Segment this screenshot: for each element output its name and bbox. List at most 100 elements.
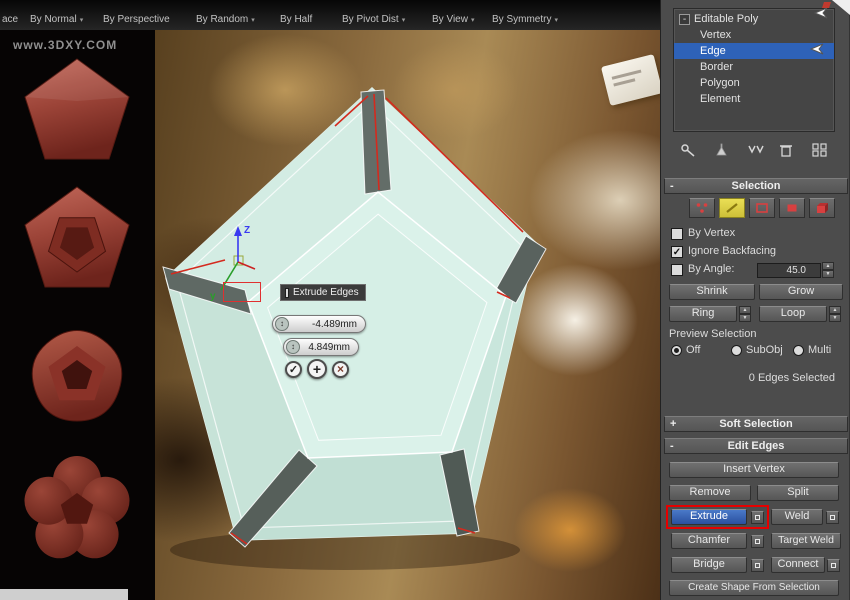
loop-button[interactable]: Loop (759, 306, 827, 322)
pin-icon (678, 142, 698, 158)
soft-selection-rollout-header[interactable]: + Soft Selection (664, 416, 848, 432)
by-angle-field[interactable]: 45.0 (757, 263, 821, 278)
selection-rollout-header[interactable]: - Selection (664, 178, 848, 194)
loop-spinner[interactable]: ▲ ▼ (829, 306, 841, 322)
cursor-arrow-icon (813, 6, 828, 20)
preview-subobj-label: SubObj (746, 344, 783, 356)
caddy-ok-button[interactable]: ✓ (285, 361, 302, 378)
border-mode-button[interactable] (749, 198, 775, 218)
extrude-height-field[interactable]: ↕ -4.489mm (272, 315, 366, 333)
dropdown-arrow-icon: ▾ (251, 17, 255, 24)
polyhedron-model: Z y (155, 30, 660, 600)
caddy-cancel-button[interactable]: × (332, 361, 349, 378)
preview-subobj-radio[interactable] (731, 345, 742, 356)
make-unique-button[interactable] (743, 140, 769, 159)
preview-multi-radio[interactable] (793, 345, 804, 356)
expand-icon: + (670, 417, 676, 431)
bridge-button[interactable]: Bridge (671, 557, 747, 573)
caddy-grip-icon (285, 288, 289, 298)
chamfer-settings-button[interactable] (751, 535, 764, 548)
settings-square-icon (755, 563, 760, 568)
remove-button[interactable]: Remove (669, 485, 751, 501)
ring-button[interactable]: Ring (669, 306, 737, 322)
render-thumbnail-1 (2, 56, 152, 174)
trash-icon (776, 142, 796, 158)
collapse-icon[interactable]: - (679, 14, 690, 25)
cursor-arrow-icon (809, 42, 824, 56)
extrude-base-width-field[interactable]: ↕ 4.849mm (283, 338, 359, 356)
split-button[interactable]: Split (757, 485, 839, 501)
connect-settings-button[interactable] (827, 559, 840, 572)
menu-item-by-normal[interactable]: By Normal▾ (30, 14, 83, 25)
settings-square-icon (755, 539, 760, 544)
edge-icon (725, 202, 739, 214)
bridge-settings-button[interactable] (751, 559, 764, 572)
remove-modifier-button[interactable] (773, 140, 799, 159)
ignore-backfacing-checkbox[interactable]: ✓ (671, 246, 683, 258)
collapse-icon: - (670, 179, 674, 193)
chamfer-button[interactable]: Chamfer (671, 533, 747, 549)
spinner-down-icon[interactable]: ▼ (822, 270, 834, 278)
tree-item-vertex[interactable]: Vertex (674, 27, 834, 43)
menu-item-by-pivot-dist[interactable]: By Pivot Dist▾ (342, 14, 405, 25)
edge-mode-button[interactable] (719, 198, 745, 218)
axis-z-label: Z (244, 225, 250, 236)
target-weld-button[interactable]: Target Weld (771, 533, 841, 549)
double-chevron-icon (746, 142, 766, 158)
caddy-apply-button[interactable]: + (307, 359, 327, 379)
polygon-mode-button[interactable] (779, 198, 805, 218)
by-angle-checkbox[interactable] (671, 264, 683, 276)
by-vertex-checkbox[interactable] (671, 228, 683, 240)
menu-item-by-perspective[interactable]: By Perspective (103, 14, 170, 25)
menu-item-by-random[interactable]: By Random▾ (196, 14, 255, 25)
spinner-up-icon[interactable]: ▲ (822, 262, 834, 270)
dropdown-arrow-icon: ▾ (471, 17, 475, 24)
pin-stack-button[interactable] (675, 140, 701, 159)
show-end-result-button[interactable] (709, 140, 735, 159)
spinner-up-icon[interactable]: ▲ (829, 306, 841, 314)
spinner-up-icon[interactable]: ▲ (739, 306, 751, 314)
weld-settings-button[interactable] (826, 511, 839, 524)
tree-item-element[interactable]: Element (674, 91, 834, 107)
vertex-icon (695, 202, 709, 214)
selection-marquee (223, 282, 261, 302)
grid-icon (810, 142, 830, 158)
dropdown-arrow-icon: ▾ (402, 17, 406, 24)
ring-spinner[interactable]: ▲ ▼ (739, 306, 751, 322)
ignore-backfacing-label: Ignore Backfacing (688, 245, 776, 257)
dropdown-arrow-icon: ▾ (554, 17, 558, 24)
configure-modifier-sets-button[interactable] (807, 140, 833, 159)
tree-item-editable-poly[interactable]: - Editable Poly (674, 11, 834, 27)
element-mode-button[interactable] (809, 198, 835, 218)
weld-button[interactable]: Weld (771, 509, 823, 525)
connect-button[interactable]: Connect (771, 557, 825, 573)
spinner-down-icon[interactable]: ▼ (739, 314, 751, 322)
edit-edges-rollout-header[interactable]: - Edit Edges (664, 438, 848, 454)
caddy-spinner-icon: ↕ (275, 317, 289, 331)
menu-item-by-view[interactable]: By View▾ (432, 14, 474, 25)
create-shape-button[interactable]: Create Shape From Selection (669, 580, 839, 596)
menu-item-by-half[interactable]: By Half (280, 14, 312, 25)
command-panel: - Editable Poly Vertex Edge Border Polyg… (660, 0, 850, 600)
caddy-spinner-icon: ↕ (286, 340, 300, 354)
preview-multi-label: Multi (808, 344, 831, 356)
insert-vertex-button[interactable]: Insert Vertex (669, 462, 839, 478)
selection-status: 0 Edges Selected (669, 372, 835, 384)
modifier-stack: - Editable Poly Vertex Edge Border Polyg… (673, 8, 835, 132)
render-thumbnail-2 (2, 184, 152, 302)
menu-item-ace[interactable]: ace (2, 14, 18, 25)
tree-item-border[interactable]: Border (674, 59, 834, 75)
render-thumbnail-3 (2, 318, 152, 436)
bottom-watermark-strip (0, 589, 128, 600)
vertex-mode-button[interactable] (689, 198, 715, 218)
shrink-button[interactable]: Shrink (669, 284, 755, 300)
by-angle-spinner[interactable]: ▲ ▼ (822, 262, 834, 278)
by-angle-label: By Angle: (688, 263, 734, 275)
spinner-down-icon[interactable]: ▼ (829, 314, 841, 322)
grow-button[interactable]: Grow (759, 284, 843, 300)
menu-item-by-symmetry[interactable]: By Symmetry▾ (492, 14, 558, 25)
tree-item-polygon[interactable]: Polygon (674, 75, 834, 91)
package-label-line (612, 70, 642, 80)
preview-off-radio[interactable] (671, 345, 682, 356)
3d-viewport[interactable]: Z y Extrude Edges ↕ -4.489mm ↕ 4.849mm ✓… (155, 30, 660, 600)
